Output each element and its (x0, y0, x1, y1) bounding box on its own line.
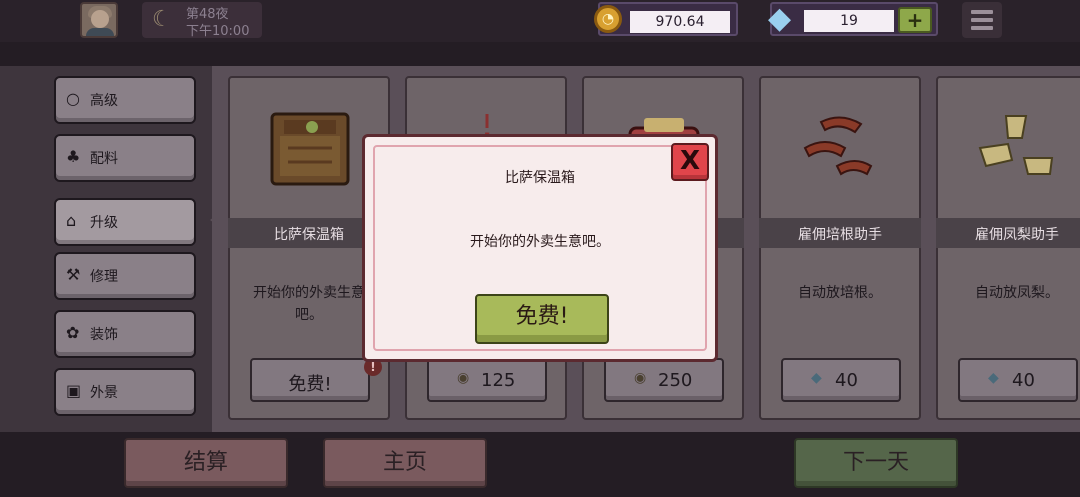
moon-icon: ☾ (152, 7, 172, 32)
plant-icon: ✿ (66, 323, 80, 342)
category-sidebar: ○ 高级 ♣ 配料 ⌂ 升级 ⚒ 修理 ✿ 装饰 ▣ 外景 (0, 66, 212, 432)
top-bar: ☾ 第48夜 下午10:00 970.64 ◔ 19 ◆ + (0, 0, 1080, 42)
time-label: 下午10:00 (186, 24, 250, 39)
sidebar-item-toppings[interactable]: ♣ 配料 (54, 134, 196, 182)
sidebar-item-label: 修理 (90, 269, 118, 285)
menu-line (971, 18, 993, 22)
avatar-face (91, 10, 109, 28)
warmer-box-icon (270, 112, 350, 186)
sidebar-item-label: 配料 (90, 151, 118, 167)
bacon-icon (803, 116, 873, 176)
pizza-coin-icon: ◔ (594, 5, 622, 33)
sidebar-item-repair[interactable]: ⚒ 修理 (54, 252, 196, 300)
buy-button[interactable]: ◉ 250 (604, 358, 724, 402)
gem-balance: 19 ◆ + (768, 1, 938, 36)
card-title: 雇佣培根助手 (798, 227, 882, 243)
card-description: 开始你的外卖生意吧。 (253, 285, 365, 323)
price-label: 40 (1012, 370, 1035, 391)
price-label: 125 (481, 370, 516, 391)
dialog-title: 比萨保温箱 (505, 170, 575, 186)
sidebar-item-upgrades[interactable]: ⌂ 升级 (54, 198, 196, 246)
selected-arrow (210, 210, 224, 230)
purchase-dialog: 比萨保温箱 开始你的外卖生意吧。 X 免费! (362, 134, 718, 362)
free-confirm-button[interactable]: 免费! (475, 294, 609, 344)
picture-icon: ▣ (66, 381, 82, 400)
price-label: 250 (658, 370, 693, 391)
buy-button[interactable]: ◆ 40 (958, 358, 1078, 402)
price-label: 40 (835, 370, 858, 391)
price-label: 免费! (288, 374, 332, 395)
sidebar-item-decor[interactable]: ✿ 装饰 (54, 310, 196, 358)
pineapple-icon (978, 115, 1054, 175)
close-button[interactable]: X (671, 143, 709, 181)
house-icon: ⌂ (66, 211, 77, 230)
menu-line (971, 10, 993, 14)
buy-button[interactable]: ◆ 40 (781, 358, 901, 402)
card-description: 自动放培根。 (798, 285, 882, 301)
pizza-coin-icon: ◉ (634, 370, 647, 386)
wrench-icon: ⚒ (66, 265, 81, 284)
diamond-icon: ◆ (988, 370, 999, 386)
sidebar-item-premium[interactable]: ○ 高级 (54, 76, 196, 124)
sidebar-item-label: 外景 (90, 385, 118, 401)
home-button[interactable]: 主页 (323, 438, 487, 488)
gem-amount: 19 (804, 10, 894, 32)
sidebar-item-label: 升级 (90, 215, 118, 231)
sidebar-item-exterior[interactable]: ▣ 外景 (54, 368, 196, 416)
settle-button[interactable]: 结算 (124, 438, 288, 488)
upgrade-card[interactable]: 雇佣凤梨助手 自动放凤梨。 ◆ 40 (936, 76, 1080, 420)
mushroom-icon: ♣ (66, 147, 81, 166)
day-time-display: ☾ 第48夜 下午10:00 (142, 2, 262, 39)
card-description: 自动放凤梨。 (975, 285, 1059, 301)
diamond-icon: ◆ (768, 1, 792, 36)
sidebar-item-label: 装饰 (90, 327, 118, 343)
pizza-coin-icon: ◉ (457, 370, 470, 386)
coin-amount: 970.64 (630, 11, 730, 33)
menu-line (971, 26, 993, 30)
card-title: 雇佣凤梨助手 (975, 227, 1059, 243)
buy-button[interactable]: ◉ 125 (427, 358, 547, 402)
dialog-message: 开始你的外卖生意吧。 (470, 234, 610, 250)
menu-button[interactable] (962, 2, 1002, 38)
avatar-body (86, 28, 114, 36)
add-gems-button[interactable]: + (898, 7, 932, 33)
diamond-icon: ◆ (811, 370, 822, 386)
upgrade-card[interactable]: 雇佣培根助手 自动放培根。 ◆ 40 (759, 76, 921, 420)
player-avatar[interactable] (80, 2, 118, 38)
sidebar-item-label: 高级 (90, 93, 118, 109)
buy-button[interactable]: 免费! ! (250, 358, 382, 402)
badge-icon: ○ (66, 89, 80, 108)
next-day-button[interactable]: 下一天 (794, 438, 958, 488)
coin-balance: 970.64 ◔ (594, 2, 738, 36)
